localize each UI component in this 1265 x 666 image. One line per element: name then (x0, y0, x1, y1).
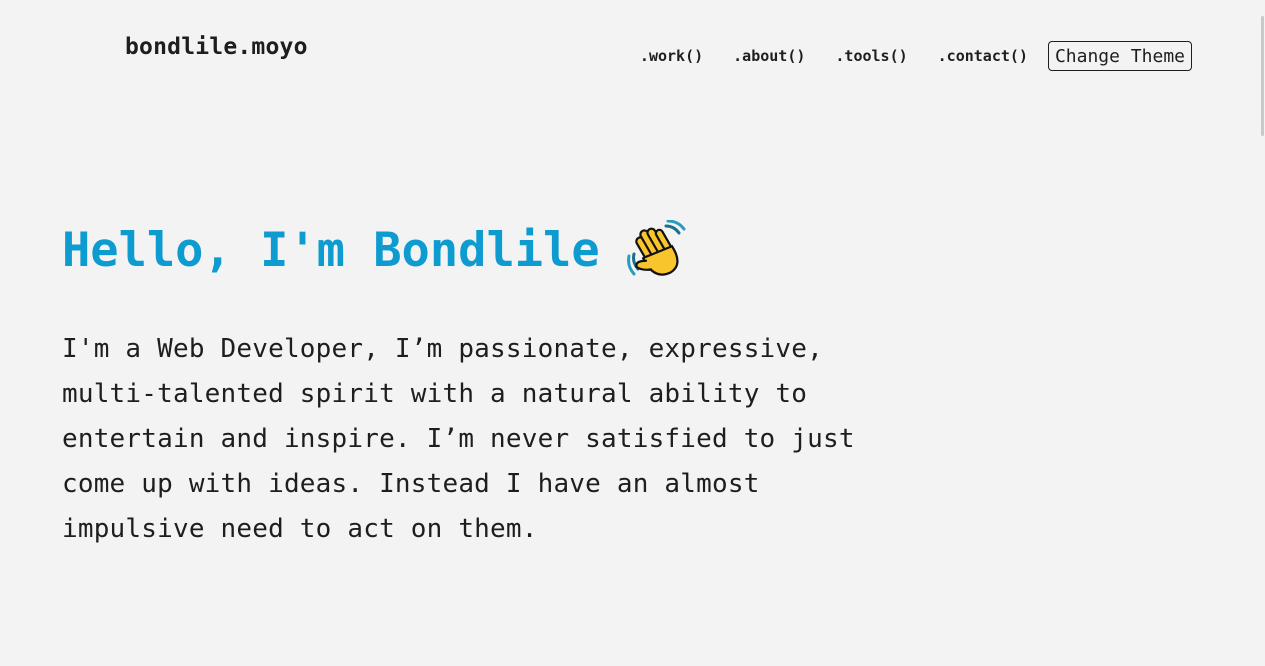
site-logo[interactable]: bondlile.moyo (125, 34, 308, 60)
scrollbar-thumb[interactable] (1261, 16, 1264, 136)
hero-title: Hello, I'm Bondlile (62, 219, 686, 284)
nav-link-work[interactable]: .work() (640, 41, 703, 71)
nav-link-tools[interactable]: .tools() (835, 41, 907, 71)
change-theme-button[interactable]: Change Theme (1047, 41, 1192, 71)
hero-section: Hello, I'm Bondlile (62, 219, 686, 284)
nav-link-contact[interactable]: .contact() (938, 41, 1028, 71)
page-scrollbar[interactable] (1259, 0, 1265, 666)
waving-hand-icon (626, 219, 686, 280)
main-nav: .work() .about() .tools() .contact() Cha… (640, 41, 1192, 71)
site-header: bondlile.moyo .work() .about() .tools() … (0, 0, 1265, 100)
nav-link-about[interactable]: .about() (733, 41, 805, 71)
hero-description: I'm a Web Developer, I’m passionate, exp… (62, 334, 855, 544)
hero-title-text: Hello, I'm Bondlile (62, 223, 600, 278)
